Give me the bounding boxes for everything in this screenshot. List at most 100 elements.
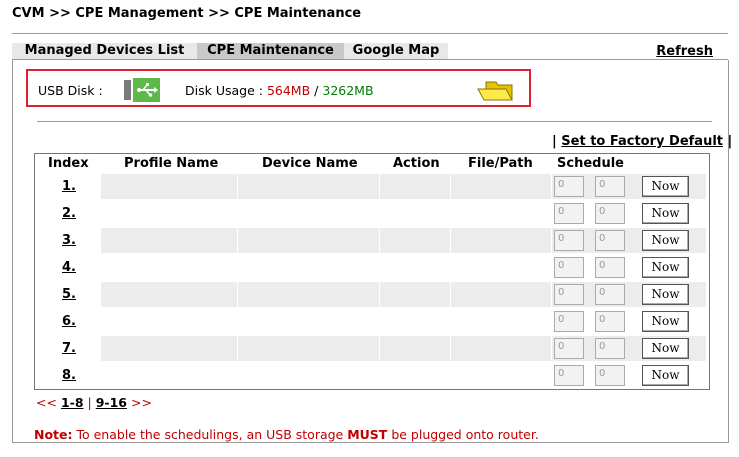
usb-icon xyxy=(124,78,160,102)
refresh-link[interactable]: Refresh xyxy=(656,44,713,59)
now-button[interactable]: Now xyxy=(642,338,689,359)
table-row: 7. 0 0 Now xyxy=(36,336,708,363)
tab-google-map[interactable]: Google Map xyxy=(344,43,448,59)
row-index-link[interactable]: 7. xyxy=(62,341,76,356)
table-cell xyxy=(101,228,237,253)
note-text-1: To enable the schedulings, an USB storag… xyxy=(72,427,348,442)
table-cell xyxy=(451,309,551,334)
schedule-field-1[interactable]: 0 xyxy=(554,203,584,224)
header-file-path: File/Path xyxy=(468,156,533,171)
schedule-field-2[interactable]: 0 xyxy=(595,203,625,224)
header-profile-name: Profile Name xyxy=(124,156,219,171)
table-cell xyxy=(380,228,450,253)
schedule-field-2[interactable]: 0 xyxy=(595,176,625,197)
table-cell xyxy=(451,228,551,253)
table-cell xyxy=(451,282,551,307)
top-divider xyxy=(12,33,728,34)
table-row: 1. 0 0 Now xyxy=(36,174,708,201)
disk-usage-separator: / xyxy=(314,83,319,98)
table-cell xyxy=(380,282,450,307)
schedule-field-2[interactable]: 0 xyxy=(595,230,625,251)
table-cell xyxy=(101,336,237,361)
factory-suffix: | xyxy=(727,134,733,149)
pager-separator: | xyxy=(87,395,92,410)
table-cell xyxy=(238,282,379,307)
table-cell xyxy=(101,282,237,307)
note-label: Note: xyxy=(34,427,73,442)
table-cell xyxy=(238,201,379,226)
note-emphasis: MUST xyxy=(347,427,388,442)
table-cell xyxy=(380,309,450,334)
schedule-field-2[interactable]: 0 xyxy=(595,365,625,386)
header-action: Action xyxy=(393,156,440,171)
schedule-field-1[interactable]: 0 xyxy=(554,284,584,305)
table-cell xyxy=(238,363,379,388)
schedule-field-2[interactable]: 0 xyxy=(595,311,625,332)
table-cell xyxy=(238,255,379,280)
disk-usage: Disk Usage : 564MB / 3262MB xyxy=(185,83,374,98)
schedule-field-1[interactable]: 0 xyxy=(554,176,584,197)
now-button[interactable]: Now xyxy=(642,365,689,386)
tab-managed-devices[interactable]: Managed Devices List xyxy=(12,43,197,59)
table-cell xyxy=(451,255,551,280)
now-button[interactable]: Now xyxy=(642,257,689,278)
schedule-field-1[interactable]: 0 xyxy=(554,311,584,332)
table-row: 8. 0 0 Now xyxy=(36,363,708,390)
table-row: 3. 0 0 Now xyxy=(36,228,708,255)
table-cell xyxy=(451,174,551,199)
now-button[interactable]: Now xyxy=(642,176,689,197)
table-cell xyxy=(451,363,551,388)
factory-prefix: | xyxy=(552,134,557,149)
table-cell xyxy=(101,363,237,388)
pager-next[interactable]: >> xyxy=(131,395,152,410)
table-row: 2. 0 0 Now xyxy=(36,201,708,228)
table-cell xyxy=(238,336,379,361)
pager-prev[interactable]: << xyxy=(36,395,57,410)
folder-icon[interactable] xyxy=(476,79,514,103)
disk-usage-label: Disk Usage : xyxy=(185,83,263,98)
now-button[interactable]: Now xyxy=(642,311,689,332)
row-index-link[interactable]: 8. xyxy=(62,368,76,383)
usb-status-box: USB Disk : Disk Usage : 564MB / 3262MB xyxy=(26,69,531,107)
table-row: 6. 0 0 Now xyxy=(36,309,708,336)
note-text-2: be plugged onto router. xyxy=(387,427,539,442)
table-cell xyxy=(101,174,237,199)
table-cell xyxy=(380,201,450,226)
header-schedule: Schedule xyxy=(557,156,624,171)
row-index-link[interactable]: 3. xyxy=(62,233,76,248)
set-factory-default-link[interactable]: Set to Factory Default xyxy=(561,134,723,149)
breadcrumb: CVM >> CPE Management >> CPE Maintenance xyxy=(12,6,362,21)
schedule-field-1[interactable]: 0 xyxy=(554,338,584,359)
tab-cpe-maintenance[interactable]: CPE Maintenance xyxy=(197,43,344,59)
row-index-link[interactable]: 2. xyxy=(62,206,76,221)
table-cell xyxy=(238,174,379,199)
now-button[interactable]: Now xyxy=(642,230,689,251)
pagination: << 1-8 | 9-16 >> xyxy=(36,395,152,410)
schedule-field-2[interactable]: 0 xyxy=(595,284,625,305)
table-row: 4. 0 0 Now xyxy=(36,255,708,282)
row-index-link[interactable]: 1. xyxy=(62,179,76,194)
schedule-field-2[interactable]: 0 xyxy=(595,338,625,359)
row-index-link[interactable]: 4. xyxy=(62,260,76,275)
table-cell xyxy=(101,309,237,334)
schedule-field-1[interactable]: 0 xyxy=(554,365,584,386)
pager-page-1-8[interactable]: 1-8 xyxy=(61,395,84,410)
now-button[interactable]: Now xyxy=(642,203,689,224)
row-index-link[interactable]: 5. xyxy=(62,287,76,302)
pager-page-9-16[interactable]: 9-16 xyxy=(96,395,127,410)
schedule-field-1[interactable]: 0 xyxy=(554,257,584,278)
disk-used-value: 564MB xyxy=(266,83,311,98)
factory-default-bar: | Set to Factory Default | xyxy=(552,134,732,149)
header-index: Index xyxy=(48,156,89,171)
table-cell xyxy=(101,255,237,280)
table-cell xyxy=(101,201,237,226)
table-row: 5. 0 0 Now xyxy=(36,282,708,309)
disk-total-value: 3262MB xyxy=(322,83,374,98)
table-cell xyxy=(238,228,379,253)
schedule-field-1[interactable]: 0 xyxy=(554,230,584,251)
schedule-field-2[interactable]: 0 xyxy=(595,257,625,278)
table-cell xyxy=(380,255,450,280)
now-button[interactable]: Now xyxy=(642,284,689,305)
row-index-link[interactable]: 6. xyxy=(62,314,76,329)
usb-disk-label: USB Disk : xyxy=(38,83,103,98)
